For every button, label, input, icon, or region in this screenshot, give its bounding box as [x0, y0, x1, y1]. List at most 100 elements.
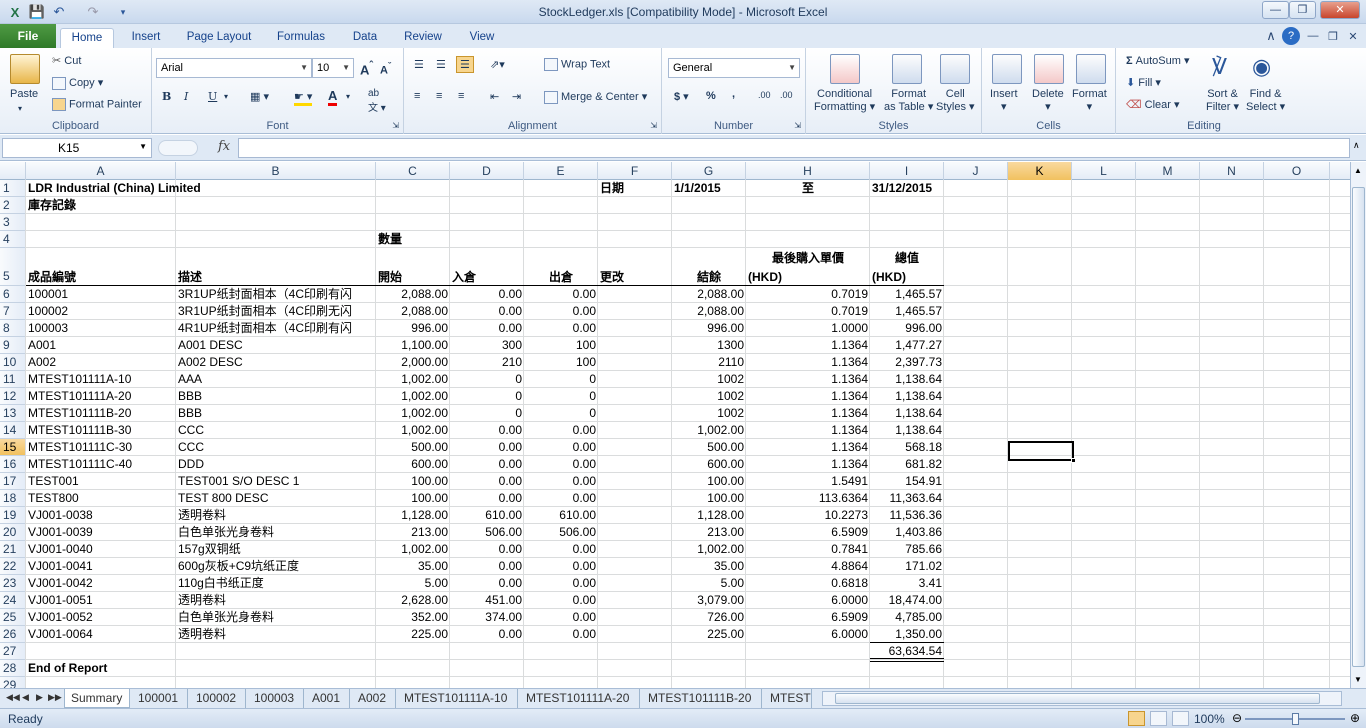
cell-h23[interactable]: 0.6818 [746, 575, 870, 592]
cell-g1[interactable]: 1/1/2015 [672, 180, 746, 197]
font-size-combo[interactable]: 10 ▼ [312, 58, 354, 78]
cell-h25[interactable]: 6.5909 [746, 609, 870, 626]
next-sheet-icon[interactable]: ▶ [36, 692, 43, 703]
column-header-e[interactable]: E [524, 162, 598, 180]
row-header-26[interactable]: 26 [0, 626, 25, 643]
cell-b15[interactable]: CCC [176, 439, 376, 456]
cell-a10[interactable]: A002 [26, 354, 176, 371]
cut-button[interactable]: ✂ Cut [52, 54, 81, 67]
grow-font-icon[interactable]: Aˆ [360, 60, 373, 77]
cell-a23[interactable]: VJ001-0042 [26, 575, 176, 592]
row-header-24[interactable]: 24 [0, 592, 25, 609]
cell-a11[interactable]: MTEST101111A-10 [26, 371, 176, 388]
last-sheet-icon[interactable]: ▶▶ [48, 692, 62, 703]
cell-h26[interactable]: 6.0000 [746, 626, 870, 643]
row-header-15[interactable]: 15 [0, 439, 25, 456]
cell-b20[interactable]: 白色单张光身卷料 [176, 524, 376, 541]
cell-e15[interactable]: 0.00 [524, 439, 598, 456]
cell-d19[interactable]: 610.00 [450, 507, 524, 524]
cell-c6[interactable]: 2,088.00 [376, 286, 450, 303]
cell-c9[interactable]: 1,100.00 [376, 337, 450, 354]
number-format-combo[interactable]: General ▼ [668, 58, 800, 78]
cell-i17[interactable]: 154.91 [870, 473, 944, 490]
cell-i8[interactable]: 996.00 [870, 320, 944, 337]
row-header-8[interactable]: 8 [0, 320, 25, 337]
cell-i13[interactable]: 1,138.64 [870, 405, 944, 422]
cell-h13[interactable]: 1.1364 [746, 405, 870, 422]
tab-home[interactable]: Home [60, 28, 114, 48]
cell-e25[interactable]: 0.00 [524, 609, 598, 626]
row-header-17[interactable]: 17 [0, 473, 25, 490]
cell-d6[interactable]: 0.00 [450, 286, 524, 303]
cell-g24[interactable]: 3,079.00 [672, 592, 746, 609]
cell-b14[interactable]: CCC [176, 422, 376, 439]
cell-b21[interactable]: 157g双铜纸 [176, 541, 376, 558]
cell-b6[interactable]: 3R1UP纸封面相本（4C印刷有闪 [176, 286, 376, 303]
middle-align-icon[interactable]: ☰ [436, 58, 446, 71]
tab-file[interactable]: File [0, 24, 56, 48]
column-header-k[interactable]: K [1008, 162, 1072, 180]
cell-b19[interactable]: 透明卷料 [176, 507, 376, 524]
cell-e17[interactable]: 0.00 [524, 473, 598, 490]
cell-a9[interactable]: A001 [26, 337, 176, 354]
cell-a17[interactable]: TEST001 [26, 473, 176, 490]
row-header-7[interactable]: 7 [0, 303, 25, 320]
cell-b17[interactable]: TEST001 S/O DESC 1 [176, 473, 376, 490]
column-header-a[interactable]: A [26, 162, 176, 180]
cell-c25[interactable]: 352.00 [376, 609, 450, 626]
sheet-tab-mtest101111a-10[interactable]: MTEST101111A-10 [398, 689, 518, 708]
font-dialog-launcher-icon[interactable]: ⇲ [392, 121, 399, 130]
cell-d26[interactable]: 0.00 [450, 626, 524, 643]
cell-a13[interactable]: MTEST101111B-20 [26, 405, 176, 422]
first-sheet-icon[interactable]: ◀◀ [6, 692, 20, 703]
workbook-close-icon[interactable]: ✕ [1344, 27, 1362, 45]
cell-a21[interactable]: VJ001-0040 [26, 541, 176, 558]
cell-a6[interactable]: 100001 [26, 286, 176, 303]
page-layout-view-icon[interactable] [1150, 711, 1167, 726]
cell-c4[interactable]: 數量 [376, 231, 450, 248]
sheet-tab-mtest101111a-20[interactable]: MTEST101111A-20 [520, 689, 640, 708]
cell-e9[interactable]: 100 [524, 337, 598, 354]
horizontal-scroll-thumb[interactable] [835, 693, 1320, 704]
number-dialog-launcher-icon[interactable]: ⇲ [794, 121, 801, 130]
minimize-button[interactable]: — [1262, 1, 1289, 19]
cell-styles-button[interactable]: Cell Styles ▾ [936, 88, 975, 113]
cell-b24[interactable]: 透明卷料 [176, 592, 376, 609]
formula-bar-expand-handle[interactable] [158, 140, 198, 156]
row-header-1[interactable]: 1 [0, 180, 25, 197]
cell-c16[interactable]: 600.00 [376, 456, 450, 473]
fill-button[interactable]: ⬇ Fill ▾ [1126, 76, 1161, 89]
cell-h15[interactable]: 1.1364 [746, 439, 870, 456]
row-header-6[interactable]: 6 [0, 286, 25, 303]
cell-d9[interactable]: 300 [450, 337, 524, 354]
insert-cells-button[interactable]: Insert ▾ [990, 88, 1018, 113]
scroll-up-icon[interactable]: ▲ [1354, 166, 1362, 175]
cell-c17[interactable]: 100.00 [376, 473, 450, 490]
cell-g21[interactable]: 1,002.00 [672, 541, 746, 558]
cell-h10[interactable]: 1.1364 [746, 354, 870, 371]
cell-b5[interactable]: 描述 [176, 269, 376, 286]
column-header-o[interactable]: O [1264, 162, 1330, 180]
cell-g22[interactable]: 35.00 [672, 558, 746, 575]
underline-dropdown-icon[interactable]: ▾ [224, 92, 228, 101]
cell-i18[interactable]: 11,363.64 [870, 490, 944, 507]
cell-c15[interactable]: 500.00 [376, 439, 450, 456]
tab-formulas[interactable]: Formulas [272, 28, 330, 48]
page-break-view-icon[interactable] [1172, 711, 1189, 726]
cell-i26[interactable]: 1,350.00 [870, 626, 944, 643]
expand-formula-bar-icon[interactable]: ∧ [1353, 140, 1360, 151]
decrease-decimal-icon[interactable]: .00 [780, 90, 793, 100]
row-header-12[interactable]: 12 [0, 388, 25, 405]
sheet-tab-100003[interactable]: 100003 [248, 689, 304, 708]
row-header-18[interactable]: 18 [0, 490, 25, 507]
zoom-out-icon[interactable]: ⊖ [1232, 711, 1242, 725]
cell-c14[interactable]: 1,002.00 [376, 422, 450, 439]
find-select-icon[interactable]: ◉ [1252, 54, 1271, 80]
cell-d8[interactable]: 0.00 [450, 320, 524, 337]
cell-g9[interactable]: 1300 [672, 337, 746, 354]
tab-page-layout[interactable]: Page Layout [182, 28, 256, 48]
cell-c18[interactable]: 100.00 [376, 490, 450, 507]
cell-h7[interactable]: 0.7019 [746, 303, 870, 320]
row-header-5[interactable]: 5 [0, 248, 25, 286]
cell-d24[interactable]: 451.00 [450, 592, 524, 609]
